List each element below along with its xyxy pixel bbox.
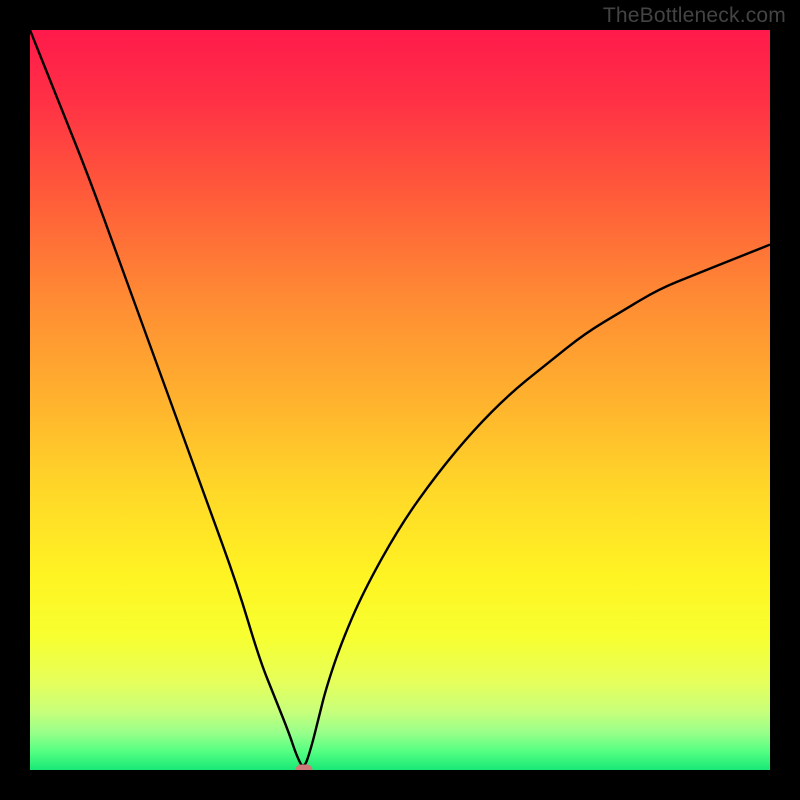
chart-frame: TheBottleneck.com <box>0 0 800 800</box>
watermark-text: TheBottleneck.com <box>603 4 786 28</box>
plot-area <box>30 30 770 770</box>
bottleneck-curve <box>30 30 770 770</box>
optimal-point-marker <box>295 765 312 771</box>
